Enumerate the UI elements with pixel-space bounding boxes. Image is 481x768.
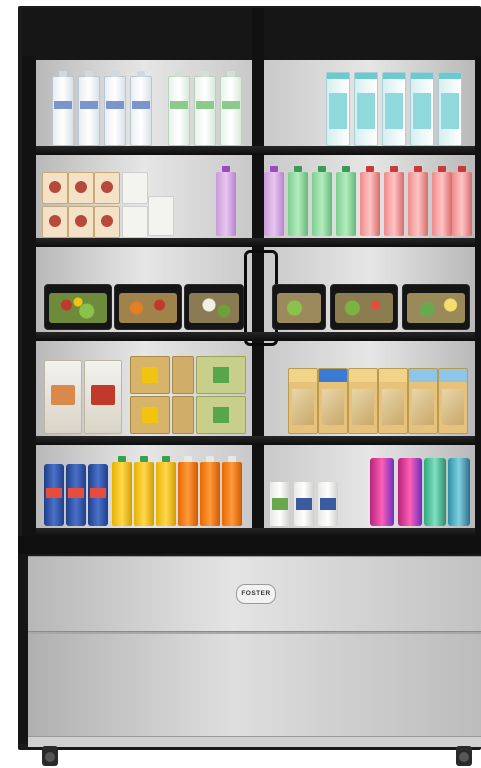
juice-bottle (384, 166, 404, 236)
sandwich-pack (408, 368, 438, 434)
shelf-3 (36, 332, 475, 341)
orange-bottle (200, 456, 220, 526)
snack-pot (172, 396, 194, 434)
drink-can (66, 464, 86, 526)
tall-can (424, 458, 446, 526)
clear-pot (122, 206, 148, 238)
yoghurt-pot (68, 206, 94, 238)
drink-carton (438, 72, 462, 146)
juice-bottle (288, 166, 308, 236)
left-door-frame (22, 56, 36, 536)
salad-tray (272, 284, 326, 330)
shelf-4 (36, 436, 475, 445)
yoghurt-pot (94, 172, 120, 204)
snack-pot (196, 396, 246, 434)
water-bottle (194, 71, 216, 146)
water-bottle (52, 71, 74, 146)
orange-bottle (156, 456, 176, 526)
yoghurt-pot (94, 206, 120, 238)
juice-bottle (264, 166, 284, 236)
drink-can (88, 464, 108, 526)
water-bottle (168, 71, 190, 146)
clear-pot (122, 172, 148, 204)
small-bottle (294, 482, 314, 526)
sandwich-pack (318, 368, 348, 434)
small-bottle (270, 482, 290, 526)
side-panel-left (18, 554, 28, 744)
yoghurt-pot (68, 172, 94, 204)
castor-wheel-right (456, 746, 472, 766)
tall-can (370, 458, 394, 526)
water-bottle (130, 71, 152, 146)
yoghurt-pot (42, 206, 68, 238)
water-bottle (78, 71, 100, 146)
lower-steel-panel (28, 632, 481, 738)
salad-tray (330, 284, 398, 330)
orange-bottle (178, 456, 198, 526)
water-bottle (220, 71, 242, 146)
salad-tray (402, 284, 470, 330)
right-door-frame (475, 56, 481, 536)
drink-carton (382, 72, 406, 146)
small-bottle (318, 482, 338, 526)
juice-bottle (312, 166, 332, 236)
tall-can (448, 458, 470, 526)
drink-carton (354, 72, 378, 146)
brand-badge: FOSTER (236, 584, 276, 604)
yoghurt-pot (42, 172, 68, 204)
sandwich-pack (378, 368, 408, 434)
snack-pot (130, 356, 170, 394)
snack-pot (130, 396, 170, 434)
kick-plate (28, 736, 481, 747)
salad-tray (114, 284, 182, 330)
door-base-bar (18, 536, 481, 554)
snack-pot (196, 356, 246, 394)
snack-pot (172, 356, 194, 394)
salad-tray (44, 284, 112, 330)
drink-carton (326, 72, 350, 146)
castor-wheel-left (42, 746, 58, 766)
sandwich-pack (348, 368, 378, 434)
water-bottle (104, 71, 126, 146)
snack-bag (44, 360, 82, 434)
tall-can (398, 458, 422, 526)
orange-bottle (222, 456, 242, 526)
juice-bottle (452, 166, 472, 236)
juice-bottle (336, 166, 356, 236)
orange-bottle (112, 456, 132, 526)
sandwich-pack (288, 368, 318, 434)
juice-bottle (360, 166, 380, 236)
shelf-1 (36, 146, 475, 155)
display-fridge: FOSTER (0, 0, 481, 768)
juice-bottle (432, 166, 452, 236)
drink-can (44, 464, 64, 526)
sandwich-pack (438, 368, 468, 434)
shelf-2 (36, 238, 475, 247)
orange-bottle (134, 456, 154, 526)
juice-bottle (216, 166, 236, 236)
clear-pot (148, 196, 174, 236)
salad-tray (184, 284, 244, 330)
juice-bottle (408, 166, 428, 236)
drink-carton (410, 72, 434, 146)
snack-bag (84, 360, 122, 434)
